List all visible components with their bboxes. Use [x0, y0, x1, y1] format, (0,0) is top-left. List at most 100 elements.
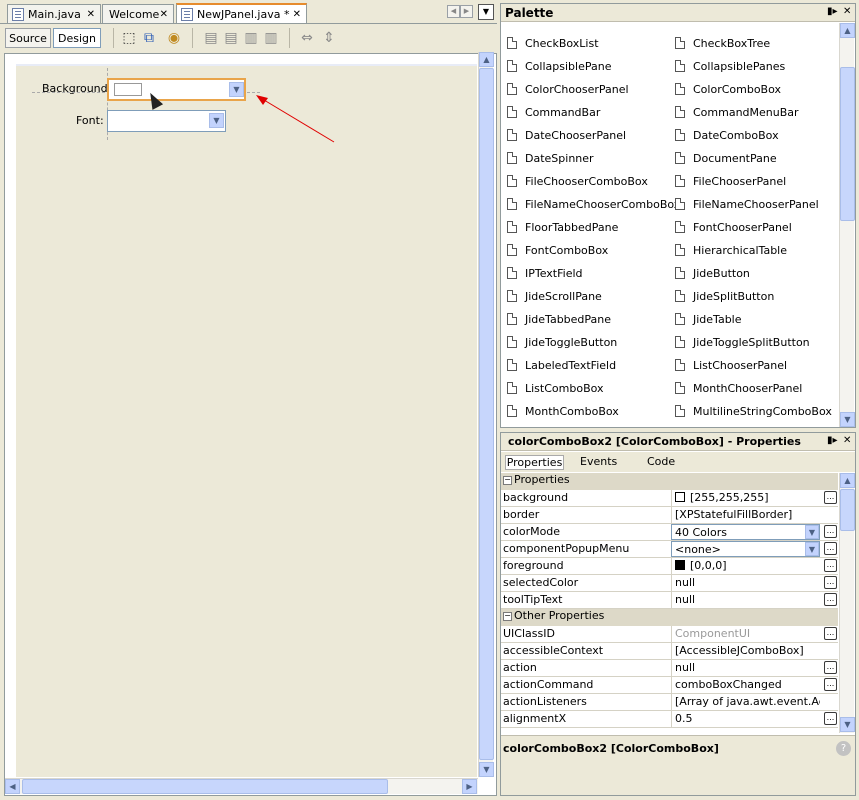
- property-row[interactable]: selectedColor null...: [501, 575, 838, 592]
- canvas-horizontal-scrollbar[interactable]: ◀ ▶: [5, 778, 478, 794]
- close-icon[interactable]: ✕: [293, 9, 301, 20]
- property-row[interactable]: action null...: [501, 660, 838, 677]
- help-icon[interactable]: ?: [836, 741, 851, 756]
- palette-item[interactable]: IPTextField: [507, 263, 583, 283]
- palette-item[interactable]: LabeledTextField: [507, 355, 616, 375]
- palette-item[interactable]: MultilineStringComboBox: [675, 401, 832, 421]
- palette-item[interactable]: DateComboBox: [675, 125, 779, 145]
- ellipsis-button[interactable]: ...: [824, 491, 837, 504]
- collapse-icon[interactable]: −: [503, 476, 512, 485]
- collapse-icon[interactable]: −: [503, 612, 512, 621]
- ellipsis-button[interactable]: ...: [824, 627, 837, 640]
- palette-item[interactable]: JideTable: [675, 309, 742, 329]
- chevron-down-icon[interactable]: ▼: [209, 113, 224, 128]
- close-icon[interactable]: ✕: [843, 435, 851, 446]
- palette-item[interactable]: FileNameChooserPanel: [675, 194, 819, 214]
- property-row[interactable]: actionCommand comboBoxChanged...: [501, 677, 838, 694]
- scroll-thumb[interactable]: [840, 489, 855, 531]
- property-row[interactable]: accessibleContext [AccessibleJComboBox]: [501, 643, 838, 660]
- palette-item[interactable]: DateChooserPanel: [507, 125, 626, 145]
- palette-item[interactable]: MonthChooserPanel: [675, 378, 802, 398]
- ellipsis-button[interactable]: ...: [824, 525, 837, 538]
- property-row[interactable]: background [255,255,255]...: [501, 490, 838, 507]
- palette-item[interactable]: CommandMenuBar: [675, 102, 799, 122]
- form-panel[interactable]: [16, 64, 477, 777]
- align-right-icon[interactable]: ▤: [222, 29, 240, 47]
- palette-item[interactable]: JideToggleSplitButton: [675, 332, 810, 352]
- color-combo-box[interactable]: ▼: [107, 78, 246, 101]
- property-value[interactable]: ComponentUI: [671, 626, 820, 642]
- chevron-down-icon[interactable]: ▼: [229, 82, 244, 97]
- tab-properties[interactable]: Properties: [505, 455, 564, 470]
- palette-item[interactable]: DocumentPane: [675, 148, 777, 168]
- palette-item[interactable]: CollapsiblePane: [507, 56, 611, 76]
- chevron-down-icon[interactable]: ▼: [805, 525, 819, 539]
- property-row[interactable]: border [XPStatefulFillBorder]: [501, 507, 838, 524]
- property-value[interactable]: comboBoxChanged: [671, 677, 820, 693]
- palette-item[interactable]: JideScrollPane: [507, 286, 602, 306]
- palette-item[interactable]: JideButton: [675, 263, 750, 283]
- property-row[interactable]: componentPopupMenu <none> ▼...: [501, 541, 838, 558]
- close-icon[interactable]: ✕: [843, 6, 851, 17]
- tab-list-dropdown-button[interactable]: ▼: [478, 4, 494, 20]
- palette-item[interactable]: MonthComboBox: [507, 401, 619, 421]
- ellipsis-button[interactable]: ...: [824, 712, 837, 725]
- palette-item[interactable]: ColorChooserPanel: [507, 79, 629, 99]
- tab-scroll-right-button[interactable]: ▶: [460, 5, 473, 18]
- align-left-icon[interactable]: ▤: [202, 29, 220, 47]
- scroll-thumb[interactable]: [22, 779, 388, 794]
- align-bottom-icon[interactable]: ▥: [262, 29, 280, 47]
- property-value[interactable]: [255,255,255]: [671, 490, 820, 506]
- property-category[interactable]: − Properties: [501, 473, 838, 490]
- ellipsis-button[interactable]: ...: [824, 542, 837, 555]
- connection-mode-icon[interactable]: ⧉: [140, 29, 158, 47]
- tab-newjpanel-java[interactable]: NewJPanel.java * ✕: [176, 3, 307, 23]
- palette-item[interactable]: DateSpinner: [507, 148, 594, 168]
- property-value[interactable]: null: [671, 660, 820, 676]
- property-value[interactable]: [AccessibleJComboBox]: [671, 643, 820, 659]
- scroll-up-button[interactable]: ▲: [840, 473, 855, 488]
- palette-item[interactable]: FileNameChooserComboBox: [507, 194, 680, 214]
- property-value[interactable]: null: [671, 592, 820, 608]
- palette-item[interactable]: FileChooserPanel: [675, 171, 786, 191]
- palette-item[interactable]: JideTabbedPane: [507, 309, 611, 329]
- palette-item[interactable]: FontComboBox: [507, 240, 608, 260]
- scroll-left-button[interactable]: ◀: [5, 779, 20, 794]
- property-row[interactable]: foreground [0,0,0]...: [501, 558, 838, 575]
- ellipsis-button[interactable]: ...: [824, 593, 837, 606]
- property-category[interactable]: − Other Properties: [501, 609, 838, 626]
- vertical-resize-icon[interactable]: ⇕: [320, 29, 338, 47]
- property-value[interactable]: null: [671, 575, 820, 591]
- property-row[interactable]: actionListeners [Array of java.awt.event.…: [501, 694, 838, 711]
- ellipsis-button[interactable]: ...: [824, 559, 837, 572]
- minimize-icon[interactable]: ▮▸: [827, 6, 838, 17]
- properties-vertical-scrollbar[interactable]: ▲ ▼: [839, 473, 855, 733]
- palette-item[interactable]: FileChooserComboBox: [507, 171, 648, 191]
- scroll-thumb[interactable]: [840, 67, 855, 221]
- chevron-down-icon[interactable]: ▼: [805, 542, 819, 556]
- preview-design-icon[interactable]: ◉: [165, 29, 183, 47]
- palette-item[interactable]: ListChooserPanel: [675, 355, 787, 375]
- ellipsis-button[interactable]: ...: [824, 661, 837, 674]
- design-button[interactable]: Design: [53, 28, 101, 48]
- tab-code[interactable]: Code: [647, 455, 675, 468]
- scroll-down-button[interactable]: ▼: [479, 762, 494, 777]
- palette-item[interactable]: HierarchicalTable: [675, 240, 787, 260]
- property-row[interactable]: toolTipText null...: [501, 592, 838, 609]
- property-value[interactable]: [0,0,0]: [671, 558, 820, 574]
- tab-events[interactable]: Events: [580, 455, 617, 468]
- ellipsis-button[interactable]: ...: [824, 678, 837, 691]
- tab-scroll-left-button[interactable]: ◀: [447, 5, 460, 18]
- scroll-thumb[interactable]: [479, 68, 494, 760]
- palette-item[interactable]: CollapsiblePanes: [675, 56, 785, 76]
- palette-item[interactable]: JideToggleButton: [507, 332, 617, 352]
- close-icon[interactable]: ✕: [87, 9, 95, 20]
- source-button[interactable]: Source: [5, 28, 51, 48]
- palette-item[interactable]: CheckBoxList: [507, 33, 599, 53]
- property-value[interactable]: 40 Colors ▼: [671, 524, 820, 540]
- palette-item[interactable]: CommandBar: [507, 102, 600, 122]
- property-value[interactable]: [XPStatefulFillBorder]: [671, 507, 820, 523]
- property-value[interactable]: [Array of java.awt.event.ActionListener]: [671, 694, 820, 710]
- close-icon[interactable]: ✕: [160, 9, 168, 20]
- tab-main-java[interactable]: Main.java ✕: [7, 4, 101, 23]
